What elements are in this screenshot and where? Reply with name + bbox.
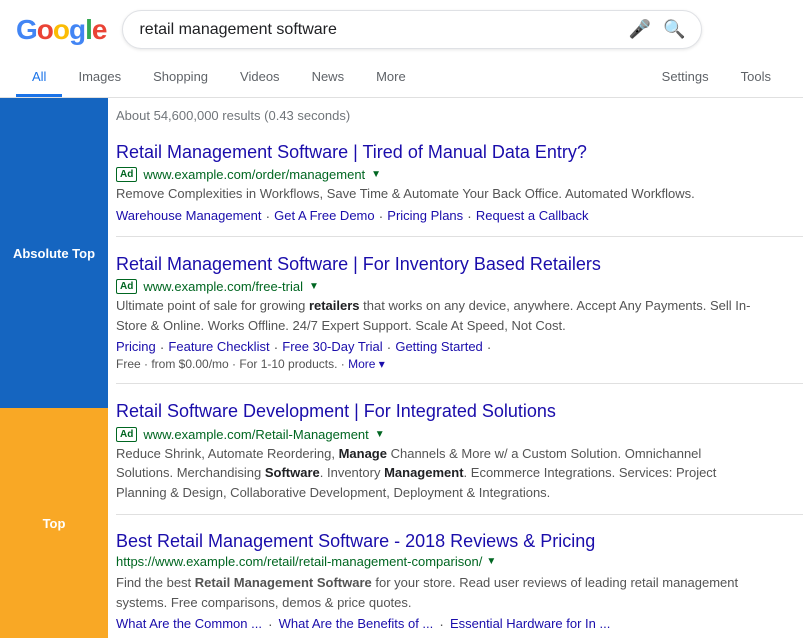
- search-input[interactable]: [139, 21, 628, 39]
- tab-more[interactable]: More: [360, 59, 422, 97]
- organic-url: https://www.example.com/retail/retail-ma…: [116, 554, 482, 569]
- organic-title[interactable]: Best Retail Management Software - 2018 R…: [116, 531, 756, 552]
- logo-letter-e: e: [92, 14, 107, 45]
- organic-link-3[interactable]: Essential Hardware for In ...: [450, 616, 610, 632]
- ad1-badge: Ad: [116, 167, 137, 182]
- ad3-url-arrow: ▼: [375, 429, 385, 440]
- search-bar[interactable]: 🎤 🔍: [122, 10, 702, 49]
- ad1-url-arrow: ▼: [371, 169, 381, 180]
- logo-letter-g: G: [16, 14, 37, 45]
- ad1-link-4[interactable]: Request a Callback: [476, 208, 589, 224]
- ad1-url: www.example.com/order/management: [143, 167, 365, 182]
- ad2-link-3[interactable]: Free 30-Day Trial: [282, 339, 382, 355]
- search-button[interactable]: 🔍: [663, 19, 685, 40]
- ad1-desc: Remove Complexities in Workflows, Save T…: [116, 184, 756, 204]
- organic-bottom-links: What Are the Common ... · What Are the B…: [116, 616, 756, 632]
- tab-news[interactable]: News: [296, 59, 361, 97]
- ad1-link-2[interactable]: Get A Free Demo: [274, 208, 374, 224]
- ad2-links: Pricing · Feature Checklist · Free 30-Da…: [116, 339, 756, 355]
- microphone-icon[interactable]: 🎤: [629, 19, 651, 40]
- nav-settings: Settings Tools: [646, 59, 787, 97]
- absolute-top-label: Absolute Top: [0, 98, 108, 408]
- ad1-link-3[interactable]: Pricing Plans: [387, 208, 463, 224]
- ad1-title[interactable]: Retail Management Software | Tired of Ma…: [116, 141, 756, 164]
- tab-videos[interactable]: Videos: [224, 59, 296, 97]
- ad2-url-arrow: ▼: [309, 281, 319, 292]
- organic-link-2[interactable]: What Are the Benefits of ...: [279, 616, 434, 632]
- ad2-url: www.example.com/free-trial: [143, 279, 303, 294]
- ad2-title[interactable]: Retail Management Software | For Invento…: [116, 253, 756, 276]
- divider-1: [116, 236, 803, 237]
- organic-result-1: Best Retail Management Software - 2018 R…: [116, 519, 756, 640]
- ad3-url: www.example.com/Retail-Management: [143, 427, 368, 442]
- header: Google 🎤 🔍 All Images Shopping Videos Ne…: [0, 0, 803, 98]
- ad2-desc: Ultimate point of sale for growing retai…: [116, 296, 756, 335]
- ad1-link-1[interactable]: Warehouse Management: [116, 208, 262, 224]
- results-column: About 54,600,000 results (0.43 seconds) …: [108, 98, 803, 640]
- ad-result-2: Retail Management Software | For Invento…: [116, 241, 756, 379]
- settings-link[interactable]: Settings: [646, 59, 725, 97]
- logo-letter-o1: o: [37, 14, 53, 45]
- tools-link[interactable]: Tools: [725, 59, 787, 97]
- ad3-desc: Reduce Shrink, Automate Reordering, Mana…: [116, 444, 756, 503]
- ad2-more-link[interactable]: More ▾: [348, 357, 385, 371]
- google-logo: Google: [16, 14, 106, 46]
- ad2-link-4[interactable]: Getting Started: [395, 339, 482, 355]
- ad1-links: Warehouse Management · Get A Free Demo ·…: [116, 208, 756, 224]
- top-label: Top: [0, 408, 108, 638]
- tab-images[interactable]: Images: [62, 59, 137, 97]
- ad2-link-1[interactable]: Pricing: [116, 339, 156, 355]
- nav-tabs: All Images Shopping Videos News More Set…: [16, 59, 787, 97]
- organic-desc: Find the best Retail Management Software…: [116, 573, 756, 612]
- search-icons: 🎤 🔍: [629, 19, 686, 40]
- organic-url-row: https://www.example.com/retail/retail-ma…: [116, 554, 756, 569]
- organic-link-1[interactable]: What Are the Common ...: [116, 616, 262, 632]
- ad3-badge: Ad: [116, 427, 137, 442]
- serp-labels: Absolute Top Top: [0, 98, 108, 640]
- ad2-badge-row: Ad www.example.com/free-trial ▼: [116, 279, 756, 294]
- organic-url-arrow: ▼: [486, 556, 496, 567]
- ad2-link-2[interactable]: Feature Checklist: [168, 339, 269, 355]
- header-top: Google 🎤 🔍: [16, 10, 787, 59]
- logo-letter-g2: g: [69, 14, 85, 45]
- tab-shopping[interactable]: Shopping: [137, 59, 224, 97]
- main-content: Absolute Top Top About 54,600,000 result…: [0, 98, 803, 640]
- divider-2: [116, 383, 803, 384]
- ad3-badge-row: Ad www.example.com/Retail-Management ▼: [116, 427, 756, 442]
- ad-result-1: Retail Management Software | Tired of Ma…: [116, 129, 756, 232]
- ad2-badge: Ad: [116, 279, 137, 294]
- logo-letter-l: l: [85, 14, 92, 45]
- logo-letter-o2: o: [53, 14, 69, 45]
- result-count: About 54,600,000 results (0.43 seconds): [116, 98, 803, 129]
- ad1-badge-row: Ad www.example.com/order/management ▼: [116, 167, 756, 182]
- tab-all[interactable]: All: [16, 59, 62, 97]
- ad-result-3: Retail Software Development | For Integr…: [116, 388, 756, 510]
- ad3-title[interactable]: Retail Software Development | For Integr…: [116, 400, 756, 423]
- divider-3: [116, 514, 803, 515]
- ad2-free-note: Free · from $0.00/mo · For 1-10 products…: [116, 357, 756, 371]
